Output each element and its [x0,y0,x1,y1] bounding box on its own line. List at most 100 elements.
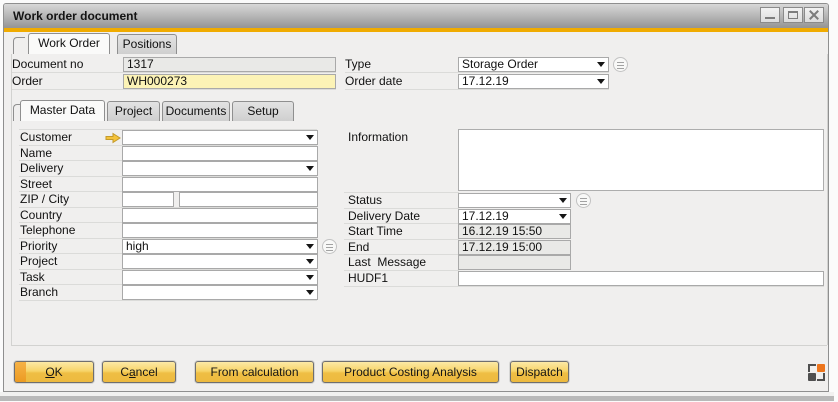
type-combo[interactable]: Storage Order [458,57,609,72]
information-label: Information [348,130,408,145]
dropdown-arrow-icon [306,244,314,249]
tab-work-order[interactable]: Work Order [28,33,110,54]
street-field[interactable] [122,177,318,192]
document-no-field: 1317 [123,57,336,72]
status-combo[interactable] [458,193,571,208]
order-label: Order [12,74,43,89]
delivery-date-combo[interactable]: 17.12.19 [458,209,571,224]
list-lines-icon [617,62,624,69]
task-combo[interactable] [122,270,318,285]
street-label: Street [20,177,52,192]
branch-label: Branch [20,285,58,300]
dispatch-label: Dispatch [516,365,563,379]
link-arrow-icon[interactable] [105,132,121,144]
expand-corner-icon [808,364,816,372]
panel-border [11,345,827,346]
delivery-label: Delivery [20,161,63,176]
dropdown-arrow-icon [559,198,567,203]
maximize-icon [788,11,798,19]
order-date-value: 17.12.19 [462,74,509,88]
cancel-label: ncel [136,365,158,379]
telephone-field[interactable] [122,223,318,238]
hudf1-label: HUDF1 [348,271,388,286]
country-field[interactable] [122,208,318,223]
type-choose-from-list-icon[interactable] [613,57,628,72]
tab-project[interactable]: Project [107,101,160,121]
priority-choose-from-list-icon[interactable] [322,239,337,254]
expand-orange-square-icon [817,364,825,372]
tab-project-label: Project [115,104,152,118]
tab-strip-stub [13,37,25,54]
from-calculation-button[interactable]: From calculation [195,361,314,383]
minimize-button[interactable] [760,7,780,23]
divider [345,89,609,90]
type-label: Type [345,57,371,72]
dropdown-arrow-icon [306,166,314,171]
dropdown-arrow-icon [306,275,314,280]
end-field: 17.12.19 15:00 [458,240,571,255]
expand-corner-icon [817,373,825,381]
dropdown-arrow-icon [306,290,314,295]
document-no-label: Document no [12,57,83,72]
zip-city-label: ZIP / City [20,192,69,207]
zip-field[interactable] [122,192,174,207]
end-label: End [348,240,369,255]
priority-value: high [126,239,149,253]
product-costing-analysis-button[interactable]: Product Costing Analysis [322,361,499,383]
tab-positions-label: Positions [123,37,172,51]
order-date-label: Order date [345,74,402,89]
cancel-button[interactable]: Cancel [102,361,176,383]
tab-documents[interactable]: Documents [162,101,230,121]
priority-combo[interactable]: high [122,239,318,254]
title-bar[interactable]: Work order document [4,4,828,28]
hudf1-field[interactable] [458,271,824,286]
divider [11,72,336,73]
telephone-label: Telephone [20,223,75,238]
status-choose-from-list-icon[interactable] [576,193,591,208]
information-textarea[interactable] [458,129,824,191]
customer-combo[interactable] [122,130,318,145]
order-field[interactable]: WH000273 [123,74,336,89]
tab-master-data[interactable]: Master Data [20,100,105,121]
priority-label: Priority [20,239,57,254]
tab-work-order-label: Work Order [38,36,100,50]
product-costing-analysis-label: Product Costing Analysis [344,365,477,379]
dropdown-arrow-icon [597,62,605,67]
maximize-button[interactable] [783,7,803,23]
work-order-document-window: Work order document Work Order Positions… [3,3,829,392]
close-button[interactable] [804,7,824,23]
dropdown-arrow-icon [597,79,605,84]
screen: Work order document Work Order Positions… [0,0,838,402]
last-message-label: Last Message [348,255,426,270]
tab-setup[interactable]: Setup [232,101,294,121]
delivery-combo[interactable] [122,161,318,176]
ok-label: K [55,365,63,379]
ok-button[interactable]: OK [14,361,94,383]
divider [344,286,824,287]
customer-label: Customer [20,130,72,145]
tab-setup-label: Setup [247,104,278,118]
status-label: Status [348,193,382,208]
task-label: Task [20,270,45,285]
start-time-label: Start Time [348,224,403,239]
dropdown-arrow-icon [306,259,314,264]
project-label: Project [20,254,57,269]
project-combo[interactable] [122,254,318,269]
cancel-label-accel: a [129,365,136,379]
tab-documents-label: Documents [166,104,227,118]
delivery-date-value: 17.12.19 [462,209,509,223]
order-date-combo[interactable]: 17.12.19 [458,74,609,89]
branch-combo[interactable] [122,285,318,300]
expand-form-icon[interactable] [808,364,825,381]
window-title: Work order document [13,4,137,28]
name-field[interactable] [122,146,318,161]
last-message-field [458,255,571,270]
city-field[interactable] [179,192,318,207]
expand-dark-square-icon [808,373,816,381]
tab-positions[interactable]: Positions [117,34,177,54]
focus-marker [15,362,26,382]
minimize-icon [765,17,775,19]
name-label: Name [20,146,52,161]
start-time-field: 16.12.19 15:50 [458,224,571,239]
dispatch-button[interactable]: Dispatch [510,361,569,383]
